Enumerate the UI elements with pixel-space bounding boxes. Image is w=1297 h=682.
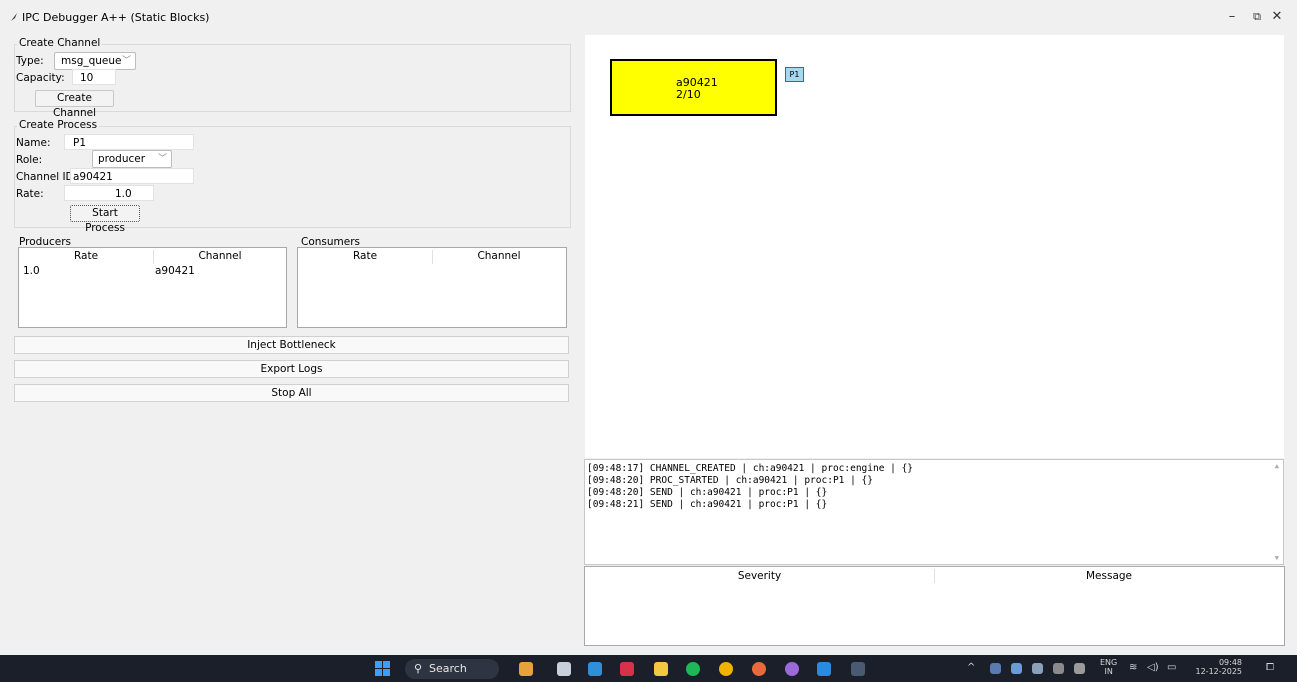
role-value: producer <box>98 153 146 165</box>
task-view-icon[interactable] <box>557 662 571 676</box>
chevron-down-icon: ﹀ <box>157 154 167 164</box>
windows-start-icon[interactable] <box>375 661 391 677</box>
role-combobox[interactable]: producer ﹀ <box>92 150 172 168</box>
search-label: Search <box>429 662 467 675</box>
chrome-profile-2-icon[interactable] <box>785 662 799 676</box>
volume-icon[interactable]: ◁) <box>1147 662 1159 673</box>
scroll-down-arrow-icon[interactable]: ▼ <box>1275 554 1279 562</box>
window-title: IPC Debugger A++ (Static Blocks) <box>22 11 210 24</box>
spotify-icon[interactable] <box>686 662 700 676</box>
column-header[interactable]: Message <box>934 568 1284 584</box>
tray-app-icon[interactable] <box>990 663 1001 674</box>
mcafee-icon[interactable] <box>620 662 634 676</box>
name-label: Name: <box>16 137 51 149</box>
consumers-table[interactable]: Rate Channel <box>297 247 567 328</box>
log-line: [09:48:17] CHANNEL_CREATED | ch:a90421 |… <box>587 463 914 474</box>
time-label: 09:48 <box>1218 658 1242 667</box>
taskbar: ⚲ Search ^ ENG IN ≋ ◁) ▭ 09:48 12-12-202… <box>0 655 1297 682</box>
wifi-icon[interactable]: ≋ <box>1129 662 1137 673</box>
create-channel-button[interactable]: Create Channel <box>35 90 114 119</box>
search-icon: ⚲ <box>414 662 423 675</box>
widgets-icon[interactable] <box>519 662 533 676</box>
ipc-canvas[interactable]: a90421 2/10 P1 <box>585 35 1284 458</box>
process-block[interactable]: P1 <box>785 67 804 82</box>
notification-icon[interactable]: ⧠ <box>1266 662 1274 673</box>
column-header[interactable]: Severity <box>585 568 934 584</box>
python-app-icon[interactable] <box>851 662 865 676</box>
start-process-button[interactable]: Start Process <box>70 205 140 234</box>
chevron-up-icon[interactable]: ^ <box>967 662 975 673</box>
minimize-button[interactable]: – <box>1218 6 1246 28</box>
producers-table[interactable]: Rate Channel 1.0 a90421 <box>18 247 287 328</box>
log-line: [09:48:20] SEND | ch:a90421 | proc:P1 | … <box>587 487 828 498</box>
title-bar: IPC Debugger A++ (Static Blocks) – ⧉ ✕ <box>0 0 1297 32</box>
taskbar-search[interactable]: ⚲ Search <box>405 659 499 679</box>
export-logs-button[interactable]: Export Logs <box>14 360 569 378</box>
onedrive-icon[interactable] <box>1011 663 1022 674</box>
language-indicator[interactable]: ENG IN <box>1100 658 1117 676</box>
scroll-up-arrow-icon[interactable]: ▲ <box>1275 462 1279 470</box>
table-cell: a90421 <box>155 265 195 277</box>
battery-icon[interactable]: ▭ <box>1167 662 1176 673</box>
copilot-icon[interactable] <box>588 662 602 676</box>
channel-id-label: Channel ID: <box>16 171 78 183</box>
chevron-down-icon: ﹀ <box>121 56 131 66</box>
create-channel-title: Create Channel <box>17 37 103 49</box>
keyboard-icon[interactable] <box>1053 663 1064 674</box>
vscode-icon[interactable] <box>817 662 831 676</box>
feather-icon <box>11 13 17 21</box>
stop-all-button[interactable]: Stop All <box>14 384 569 402</box>
rate-input[interactable]: 1.0 <box>64 185 154 201</box>
column-header[interactable]: Channel <box>432 248 566 264</box>
tray-app-3-icon[interactable] <box>1074 663 1085 674</box>
chrome-profile-icon[interactable] <box>752 662 766 676</box>
date-label: 12-12-2025 <box>1195 667 1243 676</box>
create-process-title: Create Process <box>17 119 100 131</box>
event-log[interactable]: [09:48:17] CHANNEL_CREATED | ch:a90421 |… <box>584 459 1284 565</box>
column-header[interactable]: Channel <box>153 248 287 264</box>
type-combobox[interactable]: msg_queue ﹀ <box>54 52 136 70</box>
tray-app-2-icon[interactable] <box>1032 663 1043 674</box>
channel-id-input[interactable]: a90421 <box>70 168 194 184</box>
rate-label: Rate: <box>16 188 44 200</box>
clock[interactable]: 09:48 12-12-2025 <box>1194 658 1243 676</box>
type-label: Type: <box>16 55 44 67</box>
capacity-label: Capacity: <box>16 72 65 84</box>
role-label: Role: <box>16 154 43 166</box>
type-value: msg_queue <box>61 55 122 67</box>
severity-table[interactable]: Severity Message <box>584 566 1285 646</box>
column-header[interactable]: Rate <box>298 248 432 264</box>
close-button[interactable]: ✕ <box>1263 6 1291 28</box>
channel-block-fill: 2/10 <box>676 88 701 101</box>
channel-block[interactable]: a90421 2/10 <box>610 59 777 116</box>
column-header[interactable]: Rate <box>19 248 153 264</box>
chrome-icon[interactable] <box>719 662 733 676</box>
log-line: [09:48:21] SEND | ch:a90421 | proc:P1 | … <box>587 499 828 510</box>
file-explorer-icon[interactable] <box>654 662 668 676</box>
name-input[interactable]: P1 <box>64 134 194 150</box>
table-cell: 1.0 <box>23 265 40 277</box>
inject-bottleneck-button[interactable]: Inject Bottleneck <box>14 336 569 354</box>
capacity-input[interactable]: 10 <box>72 69 116 85</box>
log-line: [09:48:20] PROC_STARTED | ch:a90421 | pr… <box>587 475 873 486</box>
lang-label: ENG <box>1100 658 1118 667</box>
region-label: IN <box>1104 667 1113 676</box>
table-row[interactable]: 1.0 a90421 <box>19 264 286 278</box>
